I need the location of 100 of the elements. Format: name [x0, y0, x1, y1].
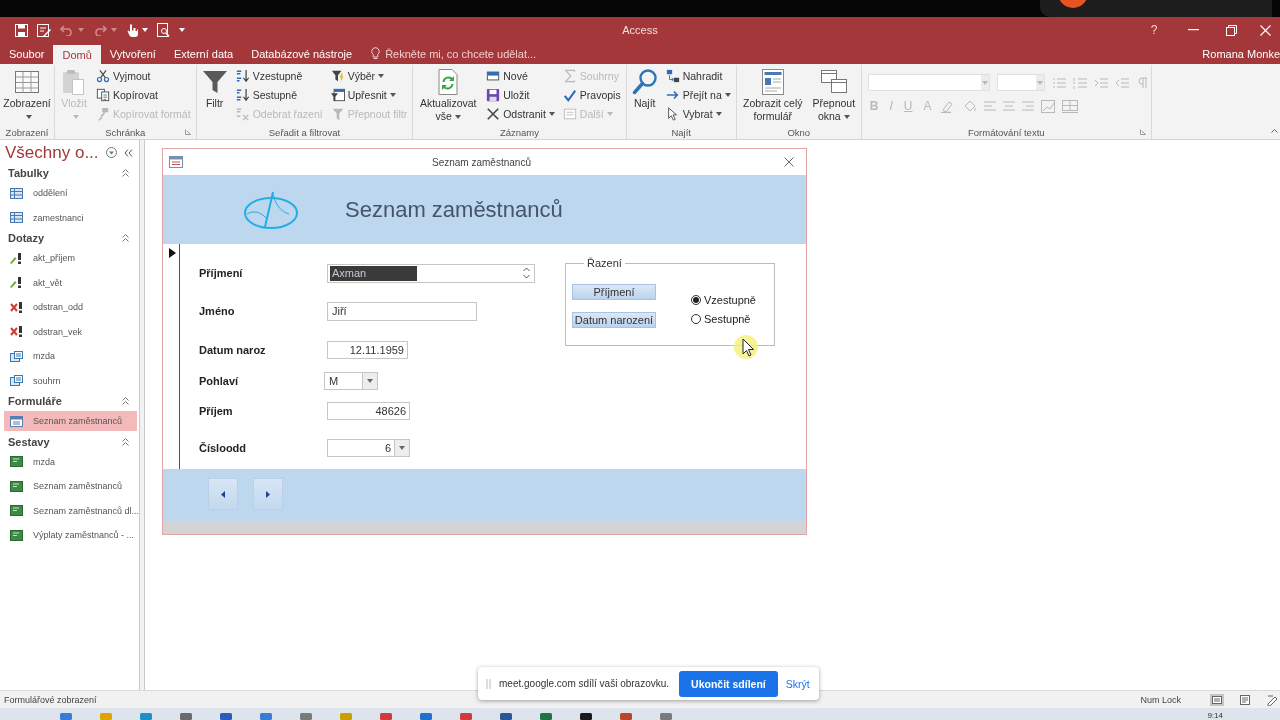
nav-item[interactable]: odstran_vek	[4, 321, 137, 342]
nav-item[interactable]: mzda	[4, 451, 137, 472]
input-field[interactable]: 48626	[327, 402, 410, 420]
caret-icon[interactable]	[548, 111, 555, 116]
ribbon-button[interactable]: Nové	[484, 66, 557, 85]
ribbon-button[interactable]: Odstranit	[484, 104, 557, 123]
spinner-icon[interactable]	[523, 267, 530, 279]
close-icon[interactable]	[784, 157, 794, 167]
font-size-field[interactable]	[996, 74, 1045, 91]
combo-box[interactable]: M	[324, 372, 378, 390]
collapse-icon[interactable]	[122, 234, 129, 242]
caret-icon[interactable]	[715, 111, 722, 116]
radio-button[interactable]	[691, 294, 701, 305]
bullet-list-icon[interactable]	[1051, 76, 1066, 89]
ribbon-tab[interactable]: Soubor	[0, 43, 54, 64]
spin-field[interactable]: Axman	[327, 263, 535, 283]
align-right-icon[interactable]	[1022, 101, 1035, 111]
caret-icon[interactable]	[389, 92, 396, 97]
collapse-ribbon-icon[interactable]	[1271, 129, 1278, 133]
ribbon-large-button[interactable]: Aktualizovat vše	[416, 66, 481, 123]
combo-box[interactable]: 6	[327, 439, 410, 457]
dialog-launcher-icon[interactable]	[184, 129, 191, 135]
gridlines-icon[interactable]	[1062, 99, 1079, 113]
restore-icon[interactable]	[1225, 24, 1237, 36]
double-chevron-left-icon[interactable]	[123, 148, 133, 157]
navigation-title[interactable]: Všechny o...	[5, 142, 99, 163]
dropdown-button[interactable]	[362, 373, 377, 389]
nav-item[interactable]: Výplaty zaměstnanců - ...	[4, 525, 137, 545]
touch-mode-icon[interactable]	[126, 23, 138, 37]
ribbon-tab[interactable]: Externí data	[164, 43, 243, 64]
nav-item[interactable]: Seznam zaměstnanců dl...	[4, 500, 137, 521]
nav-section-label[interactable]: Dotazy	[8, 232, 45, 244]
taskbar-app-icon[interactable]	[580, 713, 592, 720]
outdent-icon[interactable]	[1114, 76, 1129, 89]
caret-icon[interactable]	[724, 92, 731, 97]
nav-item[interactable]: akt_příjem	[4, 248, 137, 268]
form-view-icon[interactable]	[1210, 693, 1224, 706]
collapse-icon[interactable]	[122, 169, 129, 177]
redo-icon[interactable]	[93, 24, 107, 36]
sort-button[interactable]: Datum narození	[572, 312, 656, 328]
ribbon-large-button[interactable]: Přepnout okna	[809, 66, 858, 123]
taskbar-app-icon[interactable]	[180, 713, 192, 720]
numbered-list-icon[interactable]	[1072, 76, 1087, 89]
nav-item[interactable]: Seznam zaměstnanců	[4, 411, 137, 431]
taskbar-app-icon[interactable]	[300, 713, 312, 720]
fill-bucket-icon[interactable]	[963, 99, 978, 113]
ribbon-button[interactable]: Sestupně	[233, 85, 325, 104]
print-preview-icon[interactable]	[157, 23, 170, 37]
nav-section-label[interactable]: Tabulky	[8, 167, 49, 179]
nav-item[interactable]: odstran_odd	[4, 297, 137, 317]
edit-form-icon[interactable]	[37, 23, 51, 37]
chart-icon[interactable]	[1041, 99, 1056, 113]
ribbon-large-button[interactable]: Zobrazit celý formulář	[739, 66, 806, 123]
taskbar-app-icon[interactable]	[260, 713, 272, 720]
stop-sharing-button[interactable]: Ukončit sdílení	[679, 670, 778, 697]
ribbon-button[interactable]: Uložit	[484, 85, 557, 104]
taskbar-app-icon[interactable]	[220, 713, 232, 720]
nav-item[interactable]: zamestnanci	[4, 207, 137, 228]
minimize-icon[interactable]	[1187, 29, 1199, 31]
taskbar-app-icon[interactable]	[380, 713, 392, 720]
ribbon-button[interactable]: Vybrat	[663, 104, 733, 123]
ribbon-large-button[interactable]: Filtr	[199, 66, 230, 110]
ribbon-button[interactable]: Pravopis	[560, 85, 623, 104]
tell-me-search-field[interactable]: Řekněte mi, co chcete udělat...	[385, 47, 537, 60]
caret-icon[interactable]	[179, 28, 185, 32]
nav-item[interactable]: akt_vět	[4, 272, 137, 293]
collapse-icon[interactable]	[122, 397, 129, 405]
taskbar-app-icon[interactable]	[460, 713, 472, 720]
ribbon-tab[interactable]: Vytvoření	[100, 43, 165, 64]
next-record-button[interactable]	[253, 478, 283, 510]
layout-view-icon[interactable]	[1238, 693, 1252, 706]
paragraph-icon[interactable]	[1135, 76, 1148, 89]
help-button[interactable]: ?	[1150, 23, 1158, 37]
dropdown-button[interactable]	[394, 440, 409, 456]
caret-icon[interactable]	[843, 115, 850, 120]
caret-icon[interactable]	[378, 73, 385, 78]
nav-item[interactable]: oddělení	[4, 183, 137, 203]
nav-item[interactable]: souhrn	[4, 370, 137, 391]
caret-icon[interactable]	[367, 379, 373, 383]
ribbon-button[interactable]: Výběr	[328, 66, 410, 85]
previous-record-button[interactable]	[208, 478, 238, 510]
design-view-icon[interactable]	[1266, 693, 1280, 706]
ribbon-large-button[interactable]: Najít	[629, 66, 660, 110]
radio-button[interactable]	[691, 313, 701, 324]
nav-item[interactable]: mzda	[4, 346, 137, 366]
nav-item[interactable]: Seznam zaměstnanců	[4, 476, 137, 496]
taskbar-app-icon[interactable]	[620, 713, 632, 720]
ribbon-tab[interactable]: Domů	[53, 45, 101, 64]
ribbon-large-button[interactable]: Zobrazení	[3, 66, 51, 123]
user-name[interactable]: Romana Monke	[1202, 47, 1280, 60]
input-field[interactable]: Jiří	[327, 301, 477, 321]
caret-icon[interactable]	[25, 115, 32, 120]
nav-section-label[interactable]: Formuláře	[8, 395, 62, 407]
undo-icon[interactable]	[60, 24, 74, 36]
ribbon-button[interactable]: Vzestupně	[233, 66, 325, 85]
collapse-icon[interactable]	[122, 437, 129, 446]
dropdown-circle-icon[interactable]	[105, 147, 117, 158]
sort-button[interactable]: Příjmení	[572, 284, 656, 300]
taskbar-app-icon[interactable]	[60, 713, 72, 720]
nav-section-label[interactable]: Sestavy	[8, 435, 50, 448]
